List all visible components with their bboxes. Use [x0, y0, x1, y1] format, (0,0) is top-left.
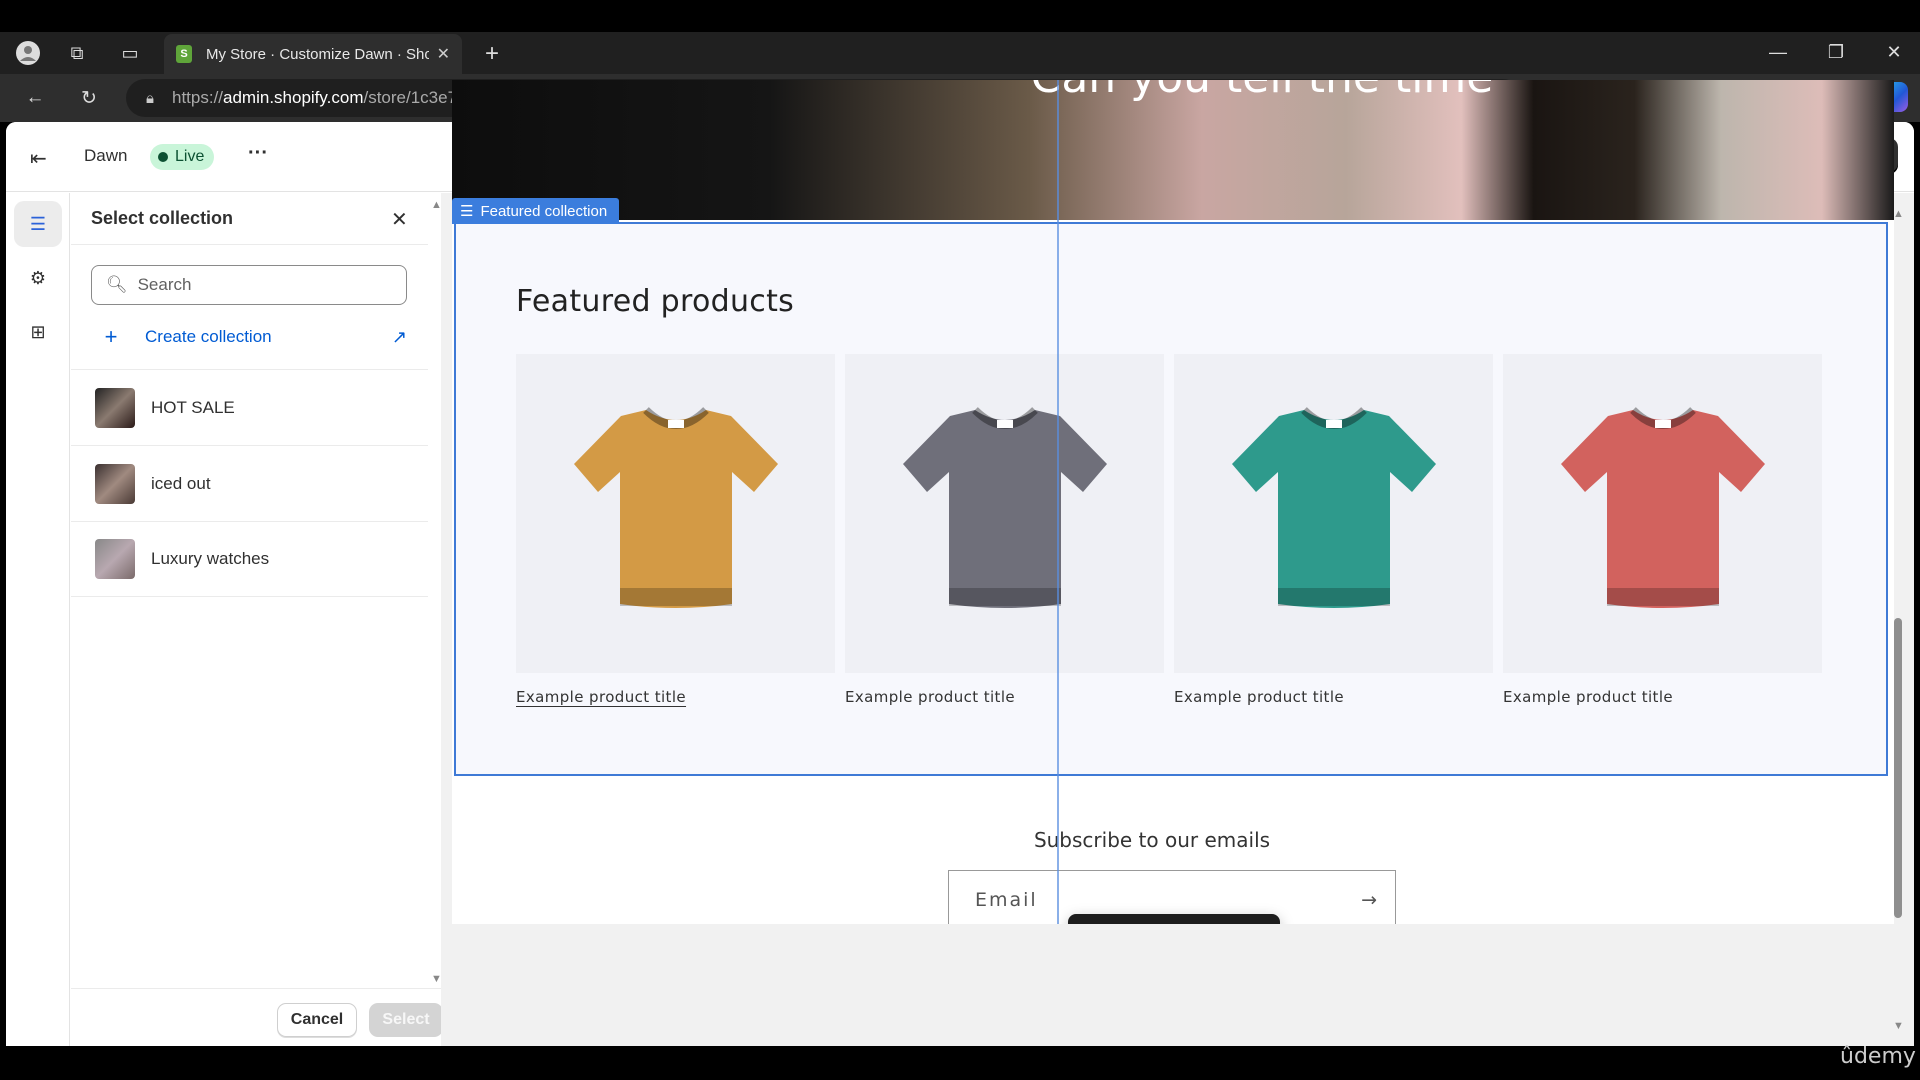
preview-scroll-thumb[interactable]: [1894, 618, 1902, 918]
url-scheme: https://: [171, 88, 224, 107]
tshirt-image: [903, 407, 1107, 608]
reload-button[interactable]: ↻: [72, 81, 106, 115]
search-placeholder: Search: [137, 275, 192, 294]
panel-title: Select collection: [71, 193, 428, 245]
collection-thumbnail: [95, 387, 135, 428]
create-collection-link[interactable]: + Create collection ↗: [91, 315, 421, 359]
preview-scroll-up[interactable]: ▲: [1893, 208, 1904, 220]
exit-icon[interactable]: ⇤: [30, 146, 47, 171]
tshirt-image: [1232, 407, 1436, 608]
tshirt-image: [574, 407, 778, 608]
product-card[interactable]: [845, 354, 1164, 673]
product-title[interactable]: Example product title: [516, 688, 686, 706]
minimize-button[interactable]: —: [1758, 36, 1798, 68]
theme-settings-gear-icon[interactable]: ⚙: [14, 255, 62, 301]
restore-button[interactable]: ❐: [1816, 36, 1856, 68]
sections-icon[interactable]: ☰: [14, 201, 62, 247]
theme-name: Dawn: [84, 146, 128, 165]
shopify-favicon-icon: S: [176, 45, 192, 63]
collection-thumbnail: [95, 539, 135, 579]
section-label-tag: ☰ Featured collection: [452, 198, 620, 224]
tab-actions-icon[interactable]: ▭: [114, 37, 146, 69]
product-card[interactable]: [516, 354, 835, 673]
arrow-right-icon[interactable]: →: [1361, 889, 1377, 911]
section-label: Featured collection: [480, 202, 608, 220]
close-tab-icon[interactable]: ✕: [437, 44, 450, 64]
collection-item[interactable]: Luxury watches: [71, 521, 428, 597]
panel-footer: Cancel Select: [71, 988, 443, 1046]
product-title[interactable]: Example product title: [1174, 688, 1344, 706]
workspaces-icon[interactable]: ⧉: [61, 37, 93, 69]
section-heading: Featured products: [516, 284, 795, 319]
featured-collection-section[interactable]: Featured products Example product title E…: [454, 222, 1888, 776]
center-guide-line: [1057, 80, 1059, 924]
profile-icon[interactable]: [12, 37, 44, 69]
email-placeholder: Email: [975, 889, 1038, 911]
section-icon: ☰: [460, 203, 474, 220]
create-label: Create collection: [145, 327, 272, 346]
hero-title: Can you tell the time: [852, 80, 1672, 103]
back-button[interactable]: ←: [18, 81, 52, 115]
select-button[interactable]: Select: [369, 1003, 443, 1037]
collection-name: HOT SALE: [151, 397, 235, 417]
collection-item[interactable]: iced out: [71, 445, 428, 521]
product-title[interactable]: Example product title: [1503, 688, 1673, 706]
collection-thumbnail: [95, 463, 135, 504]
collection-item[interactable]: HOT SALE: [71, 369, 428, 445]
screen-top-bar: [0, 0, 1920, 32]
search-input[interactable]: 🔍︎ Search: [91, 265, 407, 305]
status-text: Live: [175, 148, 205, 165]
section-toolbar: ⇡ ⇣ ⧉ ⊘ 🗑︎: [1068, 914, 1280, 924]
browser-tab-active[interactable]: S My Store · Customize Dawn · Sho ✕: [164, 34, 462, 74]
tshirt-image: [1561, 407, 1765, 608]
more-actions-icon[interactable]: ···: [248, 142, 268, 165]
lock-icon: 🔒︎: [146, 89, 154, 107]
url-host: admin.shopify.com: [223, 88, 364, 107]
plus-icon: +: [104, 324, 118, 349]
apps-icon[interactable]: ⊞: [14, 309, 62, 355]
search-icon: 🔍︎: [106, 275, 128, 294]
sidebar-rail: ☰ ⚙ ⊞: [6, 193, 70, 1046]
select-collection-panel: Select collection ✕ ▲ 🔍︎ Search + Create c…: [71, 193, 443, 1046]
close-window-button[interactable]: ✕: [1874, 36, 1914, 68]
new-tab-button[interactable]: +: [476, 38, 508, 70]
product-title[interactable]: Example product title: [845, 688, 1015, 706]
close-icon[interactable]: ✕: [391, 207, 408, 232]
store-preview: Can you tell the time Featured products …: [452, 80, 1894, 924]
collection-name: Luxury watches: [151, 549, 270, 568]
product-card[interactable]: [1174, 354, 1493, 673]
live-badge: Live: [150, 144, 215, 170]
udemy-watermark: ûdemy: [1840, 1044, 1916, 1069]
external-link-icon: ↗: [391, 326, 407, 347]
product-card[interactable]: [1503, 354, 1822, 673]
cancel-button[interactable]: Cancel: [277, 1003, 357, 1037]
subscribe-heading: Subscribe to our emails: [1033, 828, 1271, 852]
status-dot: [158, 152, 168, 162]
collection-name: iced out: [151, 473, 211, 493]
tab-title: My Store · Customize Dawn · Sho: [206, 45, 429, 63]
preview-scroll-down[interactable]: ▼: [1893, 1020, 1904, 1032]
